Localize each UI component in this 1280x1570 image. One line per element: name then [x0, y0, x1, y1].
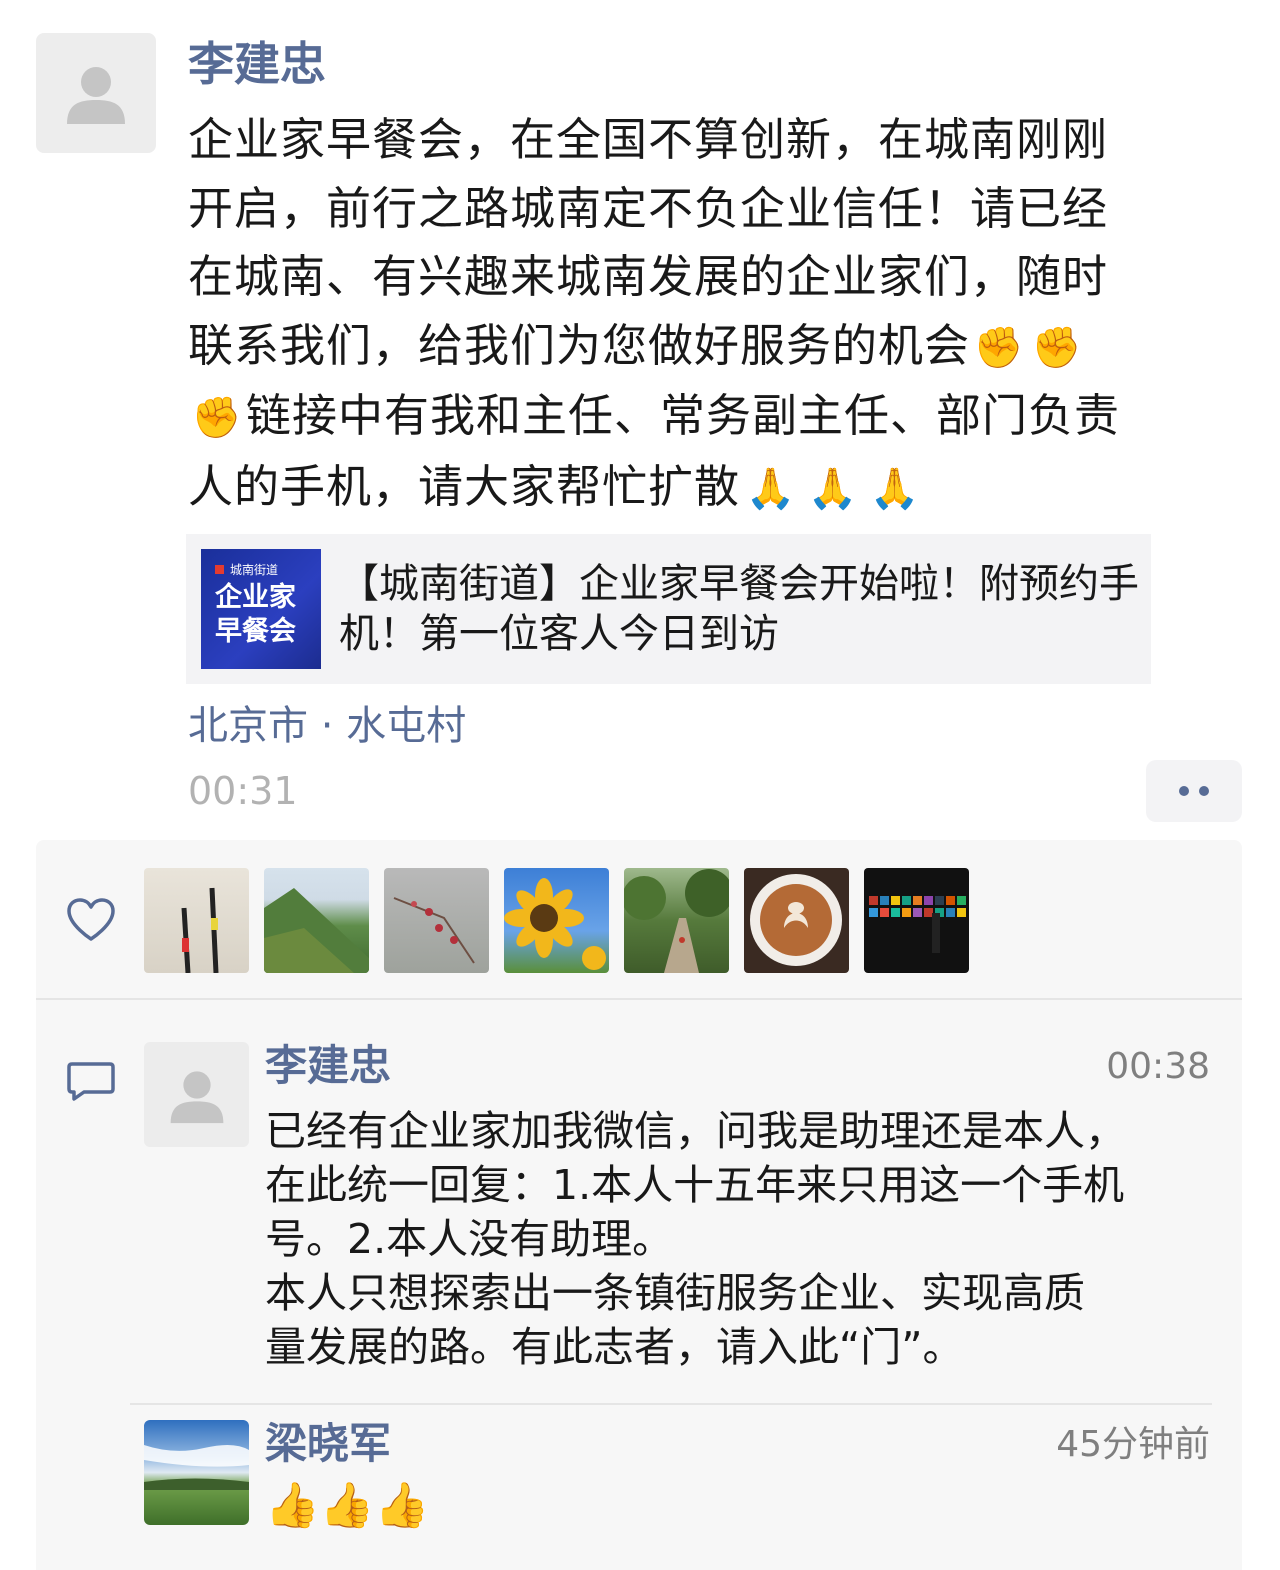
thumbs-up-emoji: 👍👍👍 — [265, 1480, 430, 1531]
more-actions-button[interactable] — [1146, 760, 1242, 822]
comment-avatar[interactable] — [144, 1042, 249, 1147]
link-thumbnail: 城南街道 企业家 早餐会 — [201, 549, 321, 669]
post-time: 00:31 — [188, 769, 298, 813]
likes-divider — [36, 998, 1242, 1000]
likes-avatar-list — [144, 868, 969, 973]
pray-emoji: 🙏 — [745, 465, 797, 512]
link-title: 【城南街道】企业家早餐会开始啦！附预约手机！第一位客人今日到访 — [339, 561, 1139, 657]
comment-time: 00:38 — [1106, 1046, 1210, 1087]
post-location[interactable]: 北京市 · 水屯村 — [188, 700, 466, 752]
like-avatar-blossom[interactable] — [384, 868, 489, 973]
like-avatar-latte[interactable] — [744, 868, 849, 973]
post-text: 企业家早餐会，在全国不算创新，在城南刚刚 开启，前行之路城南定不负企业信任！请已… — [188, 106, 1243, 523]
fist-emoji: ✊ — [191, 395, 243, 441]
comment-avatar-landscape[interactable] — [144, 1420, 249, 1525]
dot-icon — [1199, 786, 1209, 796]
heart-outline-icon — [67, 898, 115, 941]
default-user-icon — [170, 1070, 223, 1123]
dot-icon — [1179, 786, 1189, 796]
shared-link-card[interactable]: 城南街道 企业家 早餐会 【城南街道】企业家早餐会开始啦！附预约手机！第一位客人… — [186, 534, 1151, 684]
comment-time: 45分钟前 — [1056, 1424, 1210, 1465]
comment-text: 已经有企业家加我微信，问我是助理还是本人， 在此统一回复：1.本人十五年来只用这… — [265, 1107, 1126, 1371]
like-avatar-skis[interactable] — [144, 868, 249, 973]
comment-icon — [67, 1062, 115, 1101]
comment-author-name[interactable]: 梁晓军 — [265, 1416, 391, 1472]
post-author-name[interactable]: 李建忠 — [188, 34, 326, 94]
thumb-title-line1: 企业家 — [215, 582, 296, 613]
pray-emoji: 🙏 — [869, 465, 921, 512]
comment-author-name[interactable]: 李建忠 — [265, 1038, 391, 1094]
like-avatar-mountain[interactable] — [264, 868, 369, 973]
thumb-org-label: 城南街道 — [230, 563, 279, 577]
pray-emoji: 🙏 — [807, 465, 859, 512]
like-avatar-sunflower[interactable] — [504, 868, 609, 973]
comment-divider — [130, 1403, 1212, 1405]
default-user-icon — [67, 67, 125, 124]
fist-emoji: ✊ — [1031, 324, 1083, 371]
like-avatar-garden[interactable] — [624, 868, 729, 973]
fist-emoji: ✊ — [973, 324, 1025, 371]
author-avatar[interactable] — [36, 33, 156, 153]
like-avatar-gallery[interactable] — [864, 868, 969, 973]
thumb-title-line2: 早餐会 — [215, 616, 296, 647]
